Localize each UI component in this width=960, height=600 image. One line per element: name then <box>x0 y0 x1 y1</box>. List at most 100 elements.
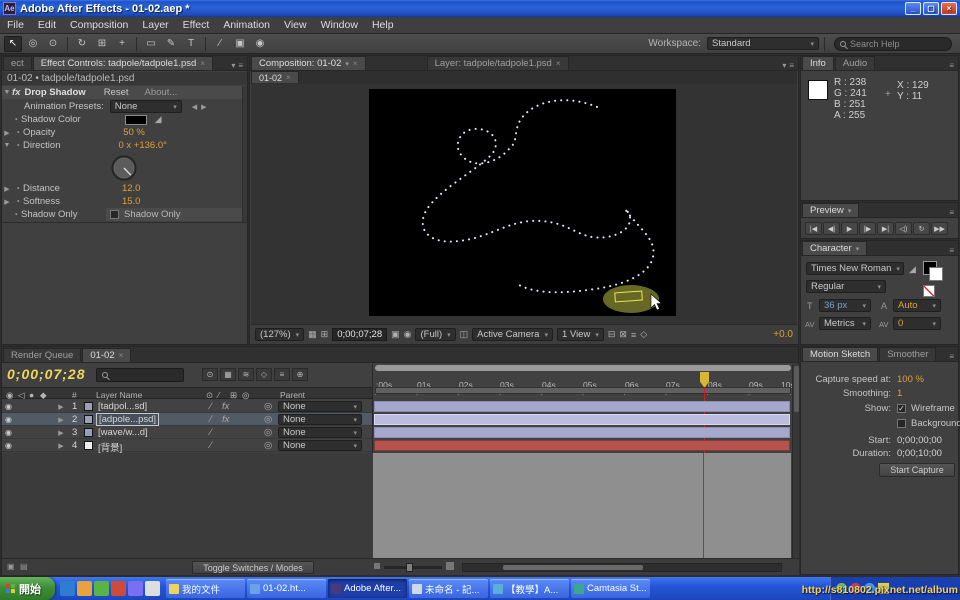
shadow-color-swatch[interactable] <box>125 115 147 125</box>
parent-dropdown[interactable]: None▾ <box>278 440 362 451</box>
viewer-comp-tab[interactable]: 01-02 × <box>251 71 299 83</box>
grid-guides-icon[interactable]: ▦ <box>308 329 317 340</box>
menu-window[interactable]: Window <box>314 17 365 34</box>
layer-row-2[interactable]: ◉ ▶ 2 [adpole...psd] ⁄ fx ◎ None▾ <box>2 413 372 426</box>
taskbar-button-camtasia[interactable]: Camtasia St... <box>571 579 650 598</box>
menu-animation[interactable]: Animation <box>216 17 277 34</box>
close-icon[interactable]: × <box>556 59 561 68</box>
resolution-dropdown[interactable]: (Full) ▾ <box>415 328 455 341</box>
zoom-slider-thumb[interactable] <box>406 563 413 572</box>
audio-tab[interactable]: Audio <box>835 56 875 70</box>
taskbar-button-my-documents[interactable]: 我的文件 <box>166 579 245 598</box>
play-button[interactable]: ▶ <box>841 222 858 235</box>
taskbar-button-notepad[interactable]: 未命名 - 記... <box>409 579 488 598</box>
background-checkbox[interactable] <box>897 419 906 428</box>
previous-preset-icon[interactable]: ◀ <box>192 103 197 111</box>
twirl-closed-icon[interactable]: ▶ <box>2 198 12 206</box>
preview-tab[interactable]: Preview ▾ <box>802 203 859 217</box>
timeline-button-icon[interactable]: ≡ <box>631 330 636 340</box>
menu-effect[interactable]: Effect <box>176 17 217 34</box>
layer-duration-bar-4[interactable] <box>374 440 790 451</box>
layer-name-column-header[interactable]: Layer Name <box>96 390 142 400</box>
fast-preview-icon[interactable]: ⊠ <box>619 329 627 340</box>
opacity-value[interactable]: 50 % <box>123 127 145 138</box>
direction-value[interactable]: 0 x +136.0° <box>119 140 167 151</box>
start-value[interactable]: 0;00;00;00 <box>897 435 942 446</box>
region-of-interest-icon[interactable]: ◫ <box>460 329 469 340</box>
timeline-horizontal-scrollbar[interactable] <box>462 563 782 572</box>
menu-layer[interactable]: Layer <box>135 17 175 34</box>
quicklaunch-desktop-icon[interactable] <box>94 581 109 596</box>
number-column-header[interactable]: # <box>72 390 77 400</box>
composition-tab[interactable]: Composition: 01-02 ▾ × <box>251 56 366 70</box>
fill-stroke-swatches[interactable] <box>923 261 945 283</box>
smoothing-value[interactable]: 1 <box>897 388 902 399</box>
camera-tool-icon[interactable]: ⊞ <box>93 36 111 52</box>
toggle-switches-modes-button[interactable]: Toggle Switches / Modes <box>192 561 314 574</box>
expand-layer-pane-icon[interactable]: ▣ <box>7 562 15 571</box>
layer-duration-bar-3[interactable] <box>374 427 790 438</box>
leading-dropdown[interactable]: Auto ▾ <box>893 299 941 312</box>
distance-value[interactable]: 12.0 <box>122 183 141 194</box>
workspace-dropdown[interactable]: Standard ▾ <box>707 37 819 50</box>
stopwatch-icon[interactable]: ◔ <box>12 128 23 137</box>
pickwhip-icon[interactable]: ◎ <box>264 440 272 451</box>
quicklaunch-media-icon[interactable] <box>111 581 126 596</box>
brush-tool-icon[interactable]: ∕ <box>211 36 229 52</box>
loop-button[interactable]: ↻ <box>913 222 930 235</box>
graph-editor-icon[interactable]: ⊕ <box>292 368 308 381</box>
close-icon[interactable]: × <box>353 59 358 68</box>
stopwatch-icon[interactable]: ◔ <box>10 210 21 219</box>
parent-column-header[interactable]: Parent <box>280 390 305 400</box>
twirl-closed-icon[interactable]: ▶ <box>56 416 66 424</box>
close-icon[interactable]: × <box>286 73 291 82</box>
audio-mute-button[interactable]: ◁) <box>895 222 912 235</box>
layer-duration-bar-2[interactable] <box>374 414 790 425</box>
effect-header-row[interactable]: ▼ fx Drop Shadow Reset About... <box>2 86 247 99</box>
panel-menu-icon[interactable]: ≡ <box>945 352 958 361</box>
panel-menu-icon[interactable]: ▾≡ <box>778 61 798 70</box>
quality-switch-icon[interactable]: ⁄ <box>210 401 212 412</box>
pickwhip-icon[interactable]: ◎ <box>264 427 272 438</box>
twirl-closed-icon[interactable]: ▶ <box>56 442 66 450</box>
puppet-pin-tool-icon[interactable]: ◉ <box>251 36 269 52</box>
character-tab[interactable]: Character ▾ <box>802 241 867 255</box>
mask-shape-tool-icon[interactable]: ▭ <box>142 36 160 52</box>
no-color-swatch[interactable] <box>923 285 935 297</box>
font-family-dropdown[interactable]: Times New Roman ▾ <box>806 262 904 275</box>
timeline-vertical-scrollbar[interactable] <box>792 364 799 558</box>
search-input[interactable] <box>850 39 940 49</box>
parent-dropdown[interactable]: None▾ <box>278 401 362 412</box>
stopwatch-icon[interactable]: ◔ <box>12 197 23 206</box>
magnification-dropdown[interactable]: (127%) ▾ <box>255 328 304 341</box>
type-tool-icon[interactable]: T <box>182 36 200 52</box>
layer-name[interactable]: [adpole...psd] <box>96 413 159 426</box>
reset-link[interactable]: Reset <box>104 87 129 98</box>
tracking-dropdown[interactable]: 0 ▾ <box>893 317 941 330</box>
info-tab[interactable]: Info <box>802 56 834 70</box>
direction-dial[interactable] <box>110 154 138 185</box>
frame-blend-icon[interactable]: ◇ <box>256 368 272 381</box>
exposure-value[interactable]: +0.0 <box>773 329 793 340</box>
previous-frame-button[interactable]: ◀| <box>823 222 840 235</box>
twirl-closed-icon[interactable]: ▶ <box>56 429 66 437</box>
render-queue-tab[interactable]: Render Queue <box>3 348 81 362</box>
zoom-tool-icon[interactable]: ⊙ <box>44 36 62 52</box>
quicklaunch-browser-icon[interactable] <box>60 581 75 596</box>
composition-viewer[interactable] <box>251 84 797 324</box>
work-area-bar[interactable] <box>375 387 791 394</box>
timeline-search-input[interactable] <box>112 370 172 380</box>
hand-tool-icon[interactable]: ◎ <box>24 36 42 52</box>
capture-speed-value[interactable]: 100 % <box>897 374 924 385</box>
parent-dropdown[interactable]: None▾ <box>278 427 362 438</box>
font-style-dropdown[interactable]: Regular ▾ <box>806 280 886 293</box>
timeline-search-box[interactable] <box>96 368 184 382</box>
quicklaunch-folder-icon[interactable] <box>77 581 92 596</box>
about-link[interactable]: About... <box>145 87 178 98</box>
effect-controls-scrollbar[interactable] <box>242 86 247 222</box>
menu-file[interactable]: File <box>0 17 31 34</box>
taskbar-button-after-effects[interactable]: Adobe After... <box>328 579 407 598</box>
quicklaunch-mail-icon[interactable] <box>128 581 143 596</box>
twirl-open-icon[interactable]: ▼ <box>2 89 12 96</box>
wireframe-checkbox[interactable]: ✓ <box>897 404 906 413</box>
